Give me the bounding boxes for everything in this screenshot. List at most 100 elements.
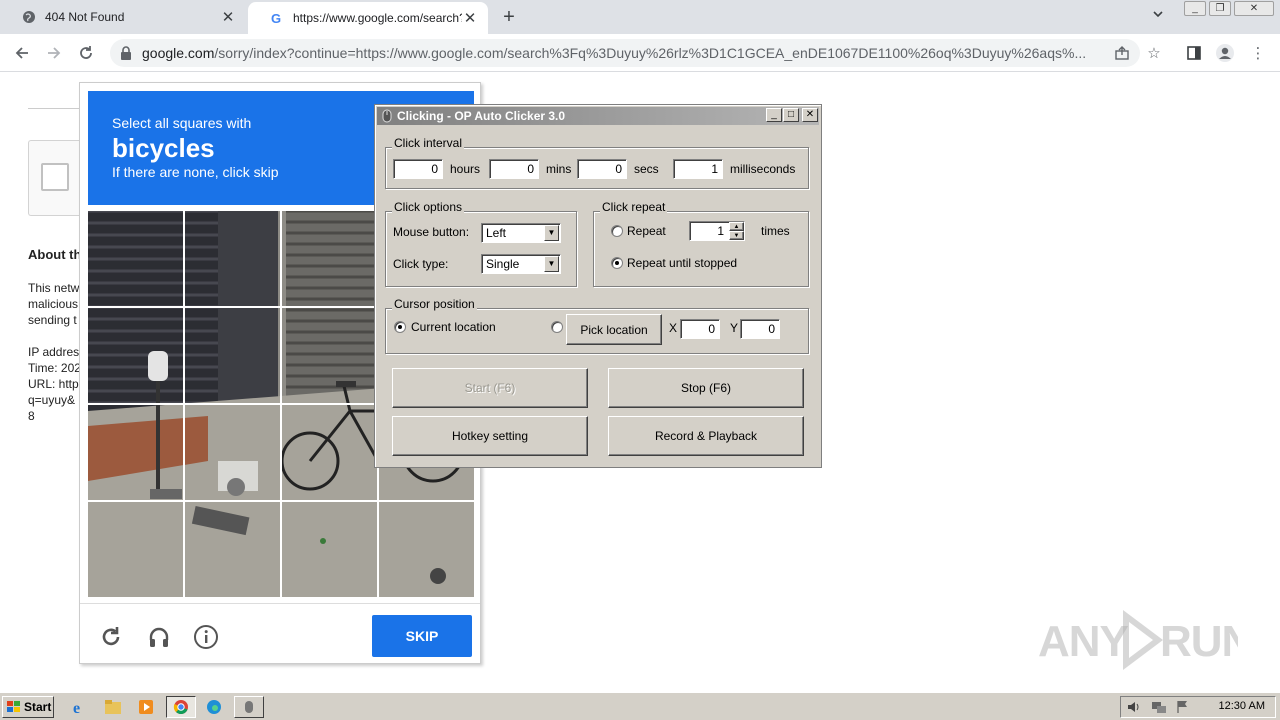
y-coordinate-input[interactable]: 0	[740, 319, 780, 339]
share-icon[interactable]	[1112, 43, 1132, 63]
chevron-down-icon[interactable]	[1152, 8, 1164, 23]
group-label: Click options	[392, 200, 465, 214]
text-line: IP addres	[28, 345, 80, 359]
record-playback-button[interactable]: Record & Playback	[608, 416, 804, 456]
text-line: malicious	[28, 297, 79, 311]
image-tile[interactable]	[88, 211, 183, 306]
folder-icon[interactable]	[103, 698, 123, 716]
secs-input[interactable]: 0	[577, 159, 627, 179]
close-icon[interactable]: ✕	[462, 10, 478, 27]
image-tile[interactable]	[185, 405, 280, 500]
image-tile[interactable]	[88, 502, 183, 597]
mouse-button-label: Mouse button:	[393, 225, 470, 239]
spinner-up-icon[interactable]: ▲	[729, 222, 744, 231]
spinner-down-icon[interactable]: ▼	[729, 231, 744, 240]
current-location-radio[interactable]	[394, 321, 406, 333]
window-title-bar[interactable]: Clicking - OP Auto Clicker 3.0	[377, 107, 819, 125]
repeat-until-stopped-radio[interactable]	[611, 257, 623, 269]
profile-avatar-icon[interactable]	[1215, 43, 1235, 63]
stop-button[interactable]: Stop (F6)	[608, 368, 804, 408]
image-tile[interactable]	[185, 502, 280, 597]
system-tray: 12:30 AM	[1120, 696, 1276, 718]
forward-icon[interactable]	[42, 41, 66, 65]
details-paragraph: IP addres Time: 202 URL: http q=uyuy& 8	[28, 344, 81, 424]
svg-text:ANY: ANY	[1038, 617, 1129, 666]
click-type-label: Click type:	[393, 257, 449, 271]
secs-label: secs	[634, 162, 659, 176]
chrome-icon[interactable]	[166, 696, 196, 718]
auto-clicker-taskbar-icon[interactable]	[234, 696, 264, 718]
repeat-radio[interactable]	[611, 225, 623, 237]
tab-strip: 404 Not Found ✕ G https://www.google.com…	[0, 0, 1280, 34]
windows-logo-icon	[7, 701, 21, 713]
milliseconds-input[interactable]: 1	[673, 159, 723, 179]
window-close-button[interactable]: ✕	[1234, 1, 1274, 16]
text-line: Time: 202	[28, 361, 81, 375]
group-label: Click repeat	[600, 200, 668, 214]
svg-text:RUN: RUN	[1160, 617, 1238, 666]
side-panel-icon[interactable]	[1184, 43, 1204, 63]
back-icon[interactable]	[10, 41, 34, 65]
bookmark-star-icon[interactable]: ☆	[1144, 43, 1164, 63]
minimize-button[interactable]: _	[766, 108, 782, 122]
minimize-button[interactable]: _	[1184, 1, 1206, 16]
image-tile[interactable]	[282, 502, 377, 597]
start-button[interactable]: Start (F6)	[392, 368, 588, 408]
about-heading: About th	[28, 247, 82, 262]
svg-text:e: e	[73, 700, 80, 715]
hours-input[interactable]: 0	[393, 159, 443, 179]
image-tile[interactable]	[185, 308, 280, 403]
milliseconds-label: milliseconds	[730, 162, 796, 176]
times-label: times	[761, 224, 790, 238]
x-coordinate-input[interactable]: 0	[680, 319, 720, 339]
image-tile[interactable]	[88, 308, 183, 403]
restore-button[interactable]: ❐	[1209, 1, 1231, 16]
new-tab-button[interactable]: +	[498, 6, 520, 28]
dropdown-arrow-icon[interactable]: ▼	[544, 225, 559, 241]
text-line: This netw	[28, 281, 80, 295]
hours-label: hours	[450, 162, 481, 176]
image-tile[interactable]	[185, 211, 280, 306]
address-bar[interactable]: google.com/sorry/index?continue=https://…	[110, 39, 1140, 67]
image-tile[interactable]	[379, 502, 474, 597]
info-icon[interactable]	[193, 624, 219, 650]
network-icon[interactable]	[1151, 700, 1167, 719]
tab-title: https://www.google.com/search?q=	[293, 11, 462, 25]
start-label: Start	[24, 700, 52, 714]
start-button[interactable]: Start	[2, 696, 54, 718]
text-line: sending t	[28, 313, 77, 327]
click-type-select[interactable]: Single ▼	[481, 254, 561, 274]
reload-icon[interactable]	[74, 41, 98, 65]
repeat-spinner[interactable]: ▲ ▼	[729, 222, 744, 240]
volume-icon[interactable]	[1127, 700, 1141, 719]
edge-icon[interactable]	[204, 698, 224, 716]
headphones-icon[interactable]	[146, 624, 172, 650]
media-player-icon[interactable]	[136, 698, 156, 716]
tab-title: 404 Not Found	[45, 10, 125, 24]
maximize-button[interactable]: □	[783, 108, 799, 122]
image-tile[interactable]	[88, 405, 183, 500]
dropdown-arrow-icon[interactable]: ▼	[544, 256, 559, 272]
tab-google-search[interactable]: G https://www.google.com/search?q= ✕	[248, 2, 488, 34]
mins-input[interactable]: 0	[489, 159, 539, 179]
recaptcha-checkbox[interactable]	[41, 163, 69, 191]
hotkey-setting-button[interactable]: Hotkey setting	[392, 416, 588, 456]
close-button[interactable]: ✕	[802, 108, 818, 122]
tab-404[interactable]: 404 Not Found ✕	[0, 0, 246, 34]
pick-location-button[interactable]: Pick location	[566, 314, 662, 345]
menu-icon[interactable]: ⋮	[1248, 43, 1268, 63]
image-tile[interactable]	[282, 405, 377, 500]
skip-button[interactable]: SKIP	[372, 615, 472, 657]
ie-icon[interactable]: e	[70, 698, 90, 716]
mouse-icon	[381, 109, 393, 126]
image-tile[interactable]	[282, 211, 377, 306]
browser-toolbar: google.com/sorry/index?continue=https://…	[0, 34, 1280, 72]
select-value: Single	[486, 257, 520, 271]
mouse-button-select[interactable]: Left ▼	[481, 223, 561, 243]
close-icon[interactable]: ✕	[220, 9, 236, 26]
image-tile[interactable]	[282, 308, 377, 403]
flag-icon[interactable]	[1177, 700, 1189, 719]
reload-icon[interactable]	[98, 624, 124, 650]
pick-location-radio[interactable]	[551, 321, 563, 333]
select-value: Left	[486, 226, 507, 240]
